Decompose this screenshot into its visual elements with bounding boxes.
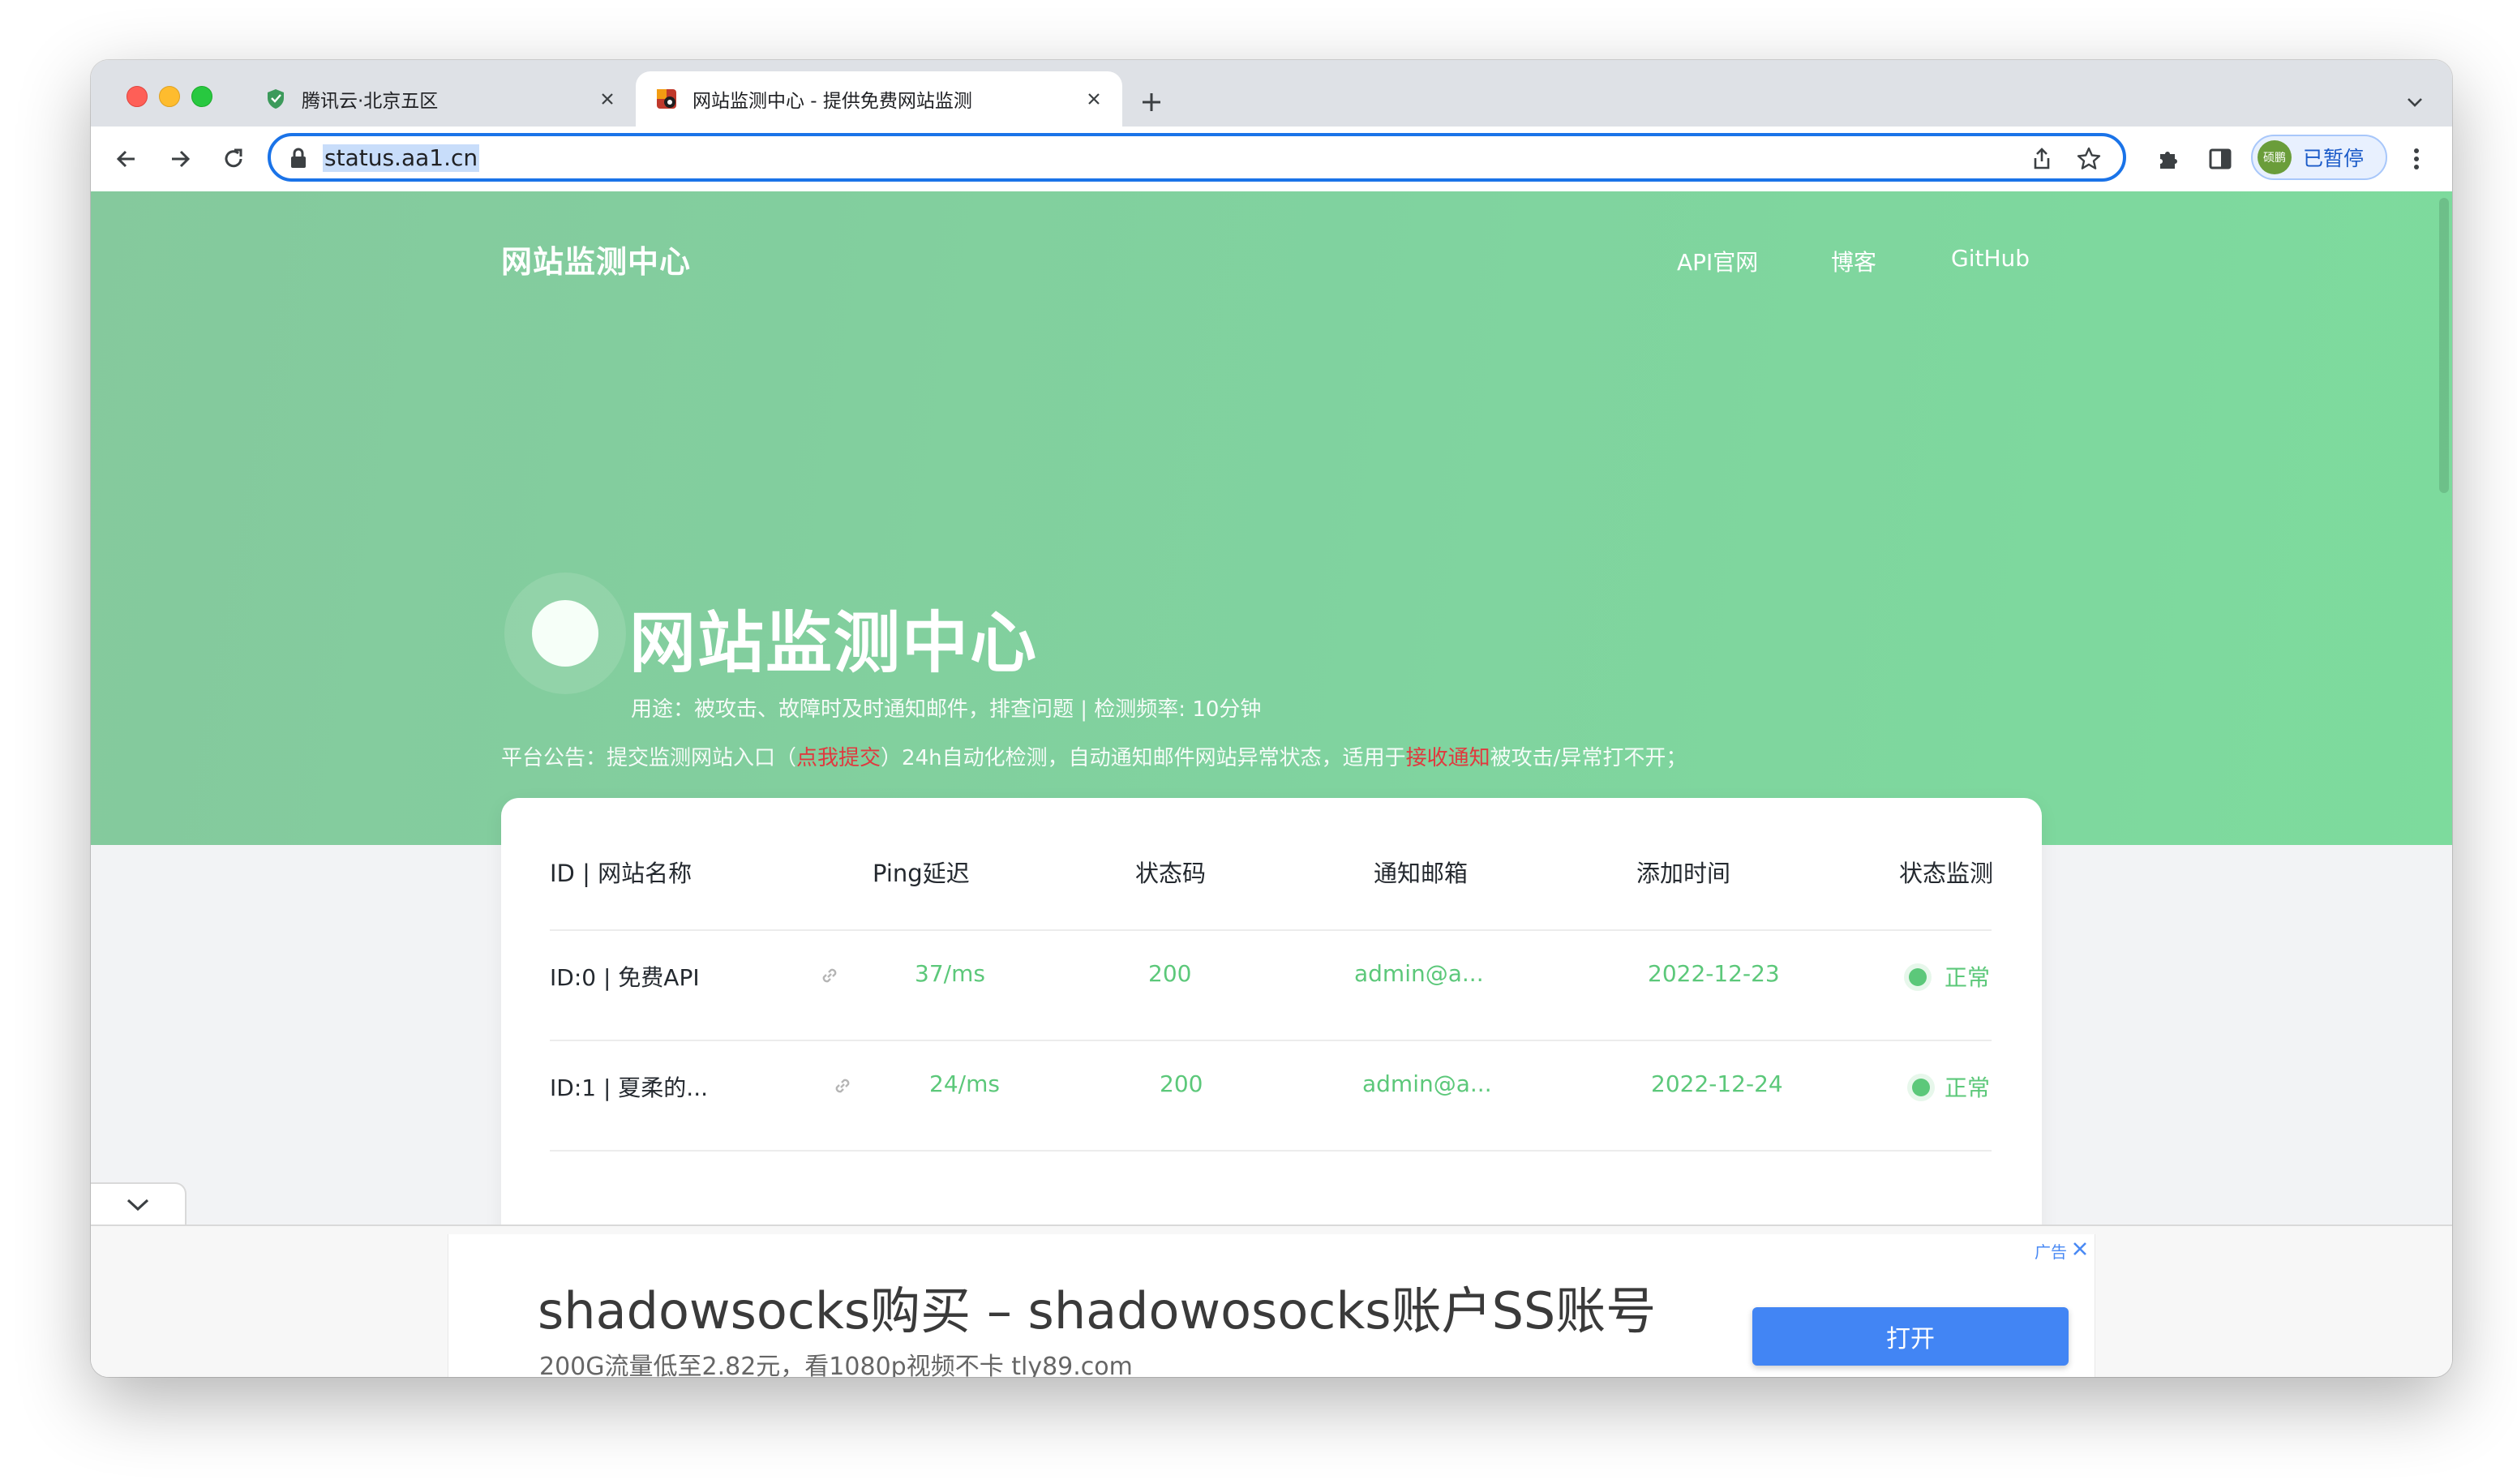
- link-icon[interactable]: [830, 1074, 855, 1098]
- tab-strip: 腾讯云·北京五区 网站监测中心 - 提供免费网站监测: [91, 60, 2452, 127]
- ad-banner[interactable]: 广告 shadowsocks购买 – shadowosocks账户SS账号 20…: [448, 1234, 2095, 1377]
- notice-submit-link[interactable]: 点我提交: [796, 746, 881, 770]
- column-header-id-name: ID | 网站名称: [550, 860, 692, 887]
- platform-notice: 平台公告：提交监测网站入口（点我提交）24h自动化检测，自动通知邮件网站异常状态…: [501, 741, 1687, 771]
- header-divider: [550, 929, 1992, 931]
- status-cell: 正常: [1945, 1074, 1991, 1101]
- address-bar[interactable]: status.aa1.cn: [268, 133, 2126, 182]
- chevron-down-icon: [126, 1199, 149, 1212]
- date-cell: 2022-12-23: [1648, 960, 1780, 987]
- chevron-down-icon: [2408, 98, 2422, 107]
- site-logo-icon: [532, 600, 598, 667]
- lock-icon[interactable]: [289, 148, 308, 169]
- page-viewport: 网站监测中心 API官网 博客 GitHub 网站监测中心 用途：被攻击、故障时…: [91, 191, 2452, 1377]
- site-name-cell[interactable]: ID:1 | 夏柔的...: [550, 1070, 708, 1103]
- side-panel-icon[interactable]: [2202, 141, 2238, 177]
- tab-tencent-cloud[interactable]: 腾讯云·北京五区: [251, 71, 636, 127]
- tab-status-monitor[interactable]: 网站监测中心 - 提供免费网站监测: [636, 71, 1122, 127]
- date-cell: 2022-12-24: [1651, 1070, 1783, 1097]
- new-tab-button[interactable]: [1132, 83, 1171, 122]
- column-header-status: 状态监测: [1899, 860, 1994, 887]
- column-header-email: 通知邮箱: [1374, 860, 1469, 887]
- row-divider: [550, 1040, 1992, 1041]
- site-brand[interactable]: 网站监测中心: [501, 237, 691, 281]
- status-dot-icon: [1912, 1079, 1930, 1096]
- bookmark-star-icon[interactable]: [2074, 144, 2103, 174]
- tab-close-icon[interactable]: [594, 85, 621, 113]
- ad-banner-strip: 广告 shadowsocks购买 – shadowosocks账户SS账号 20…: [91, 1225, 2452, 1377]
- extensions-puzzle-icon[interactable]: [2150, 141, 2186, 177]
- nav-link-api[interactable]: API官网: [1677, 245, 1758, 277]
- link-icon[interactable]: [817, 963, 842, 988]
- ping-cell: 37/ms: [915, 960, 985, 987]
- nav-link-blog[interactable]: 博客: [1831, 245, 1876, 277]
- reload-icon: [225, 148, 242, 168]
- ad-open-button[interactable]: 打开: [1752, 1307, 2069, 1366]
- window-minimize-button[interactable]: [159, 86, 180, 107]
- notice-middle: ）24h自动化检测，自动通知邮件网站异常状态，适用于: [881, 746, 1406, 770]
- column-header-ping: Ping延迟: [873, 860, 970, 887]
- email-cell: admin@a...: [1362, 1070, 1492, 1097]
- kebab-menu-icon: [2414, 148, 2419, 169]
- ad-description: 200G流量低至2.82元，看1080p视频不卡 tly89.com: [539, 1353, 1133, 1377]
- url-text[interactable]: status.aa1.cn: [323, 144, 480, 172]
- status-code-cell: 200: [1160, 1070, 1203, 1097]
- browser-menu-button[interactable]: [2399, 141, 2434, 177]
- profile-button[interactable]: 硕鹏 已暂停: [2251, 135, 2387, 180]
- tab-title: 网站监测中心 - 提供免费网站监测: [692, 91, 972, 112]
- tab-search-button[interactable]: [2397, 84, 2433, 120]
- green-shield-icon: [268, 89, 284, 109]
- notice-suffix: 被攻击/异常打不开；: [1490, 746, 1687, 770]
- tab-title: 腾讯云·北京五区: [302, 91, 439, 112]
- avatar: 硕鹏: [2258, 140, 2292, 174]
- back-button[interactable]: [104, 136, 149, 182]
- hero-subtitle: 用途：被攻击、故障时及时通知邮件，排查问题 | 检测频率: 10分钟: [631, 697, 1262, 722]
- ad-close-icon[interactable]: [2070, 1239, 2090, 1259]
- notice-prefix: 平台公告：提交监测网站入口（: [501, 746, 797, 770]
- window-close-button[interactable]: [126, 86, 148, 107]
- profile-paused-label: 已暂停: [2303, 147, 2365, 170]
- forward-button[interactable]: [157, 136, 203, 182]
- reload-button[interactable]: [211, 136, 256, 182]
- ad-collapse-button[interactable]: [91, 1182, 187, 1226]
- arrow-left-icon: [116, 150, 135, 168]
- camera-site-icon: [657, 89, 676, 109]
- site-name-cell[interactable]: ID:0 | 免费API: [550, 960, 700, 993]
- status-dot-icon: [1909, 968, 1927, 986]
- browser-toolbar: status.aa1.cn 硕鹏 已暂停: [91, 127, 2452, 192]
- ad-title[interactable]: shadowsocks购买 – shadowosocks账户SS账号: [538, 1270, 1656, 1343]
- nav-link-github[interactable]: GitHub: [1951, 245, 2030, 272]
- notice-receive-link[interactable]: 接收通知: [1406, 746, 1490, 770]
- hero-banner: 网站监测中心 API官网 博客 GitHub 网站监测中心 用途：被攻击、故障时…: [91, 191, 2452, 845]
- status-code-cell: 200: [1148, 960, 1192, 987]
- column-header-status-code: 状态码: [1135, 860, 1207, 887]
- plus-icon: [1143, 93, 1160, 111]
- email-cell: admin@a...: [1354, 960, 1484, 987]
- share-icon[interactable]: [2027, 144, 2056, 174]
- browser-window: 腾讯云·北京五区 网站监测中心 - 提供免费网站监测 status.aa1.cn…: [91, 60, 2452, 1377]
- row-divider: [550, 1150, 1992, 1152]
- status-cell: 正常: [1945, 964, 1991, 991]
- page-scrollbar[interactable]: [2439, 198, 2449, 493]
- hero-title: 网站监测中心: [629, 605, 1039, 682]
- ping-cell: 24/ms: [929, 1070, 1000, 1097]
- column-header-date: 添加时间: [1636, 860, 1731, 887]
- ad-label: 广告: [2035, 1242, 2067, 1262]
- window-zoom-button[interactable]: [191, 86, 212, 107]
- arrow-right-icon: [172, 150, 191, 168]
- tab-close-icon[interactable]: [1080, 85, 1108, 113]
